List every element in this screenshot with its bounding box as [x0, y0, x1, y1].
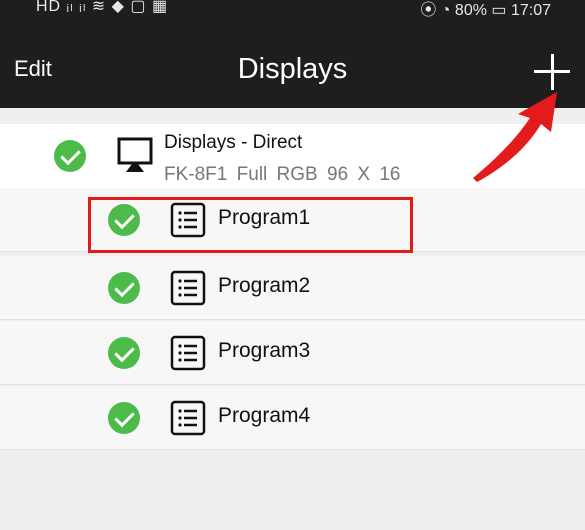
check-circle-icon [108, 402, 140, 434]
status-bar: HD ᵢₗ ᵢₗ ≋ ◆ ▢ ▦ ⦿ ◔ 80% ▭ 17:07 [0, 0, 585, 22]
annotation-highlight-box [88, 197, 413, 253]
program-label: Program2 [218, 274, 311, 297]
program-row[interactable]: Program2 [0, 256, 585, 320]
device-name: Displays - Direct [164, 132, 303, 153]
device-resolution: 96 X 16 [327, 164, 401, 185]
monitor-icon [117, 137, 153, 172]
list-icon [170, 400, 206, 436]
status-info: ⦿ ◔ 80% ▭ 17:07 [420, 2, 551, 19]
status-icons: HD ᵢₗ ᵢₗ ≋ ◆ ▢ ▦ [36, 0, 169, 15]
page-title: Displays [237, 53, 348, 85]
device-specs: FK-8F1 Full RGB 96 X 16 [164, 164, 401, 186]
program-label: Program4 [218, 404, 311, 427]
program-label: Program3 [218, 339, 311, 362]
check-circle-icon [108, 272, 140, 304]
plus-icon[interactable] [534, 54, 570, 90]
list-icon [170, 270, 206, 306]
program-row[interactable]: Program4 [0, 386, 585, 450]
device-model: FK-8F1 [164, 164, 228, 185]
list-icon [170, 335, 206, 371]
check-circle-icon [54, 140, 86, 172]
annotation-arrow-icon [473, 92, 557, 182]
program-row[interactable]: Program3 [0, 321, 585, 385]
device-color-mode: Full RGB [236, 164, 318, 185]
check-circle-icon [108, 337, 140, 369]
